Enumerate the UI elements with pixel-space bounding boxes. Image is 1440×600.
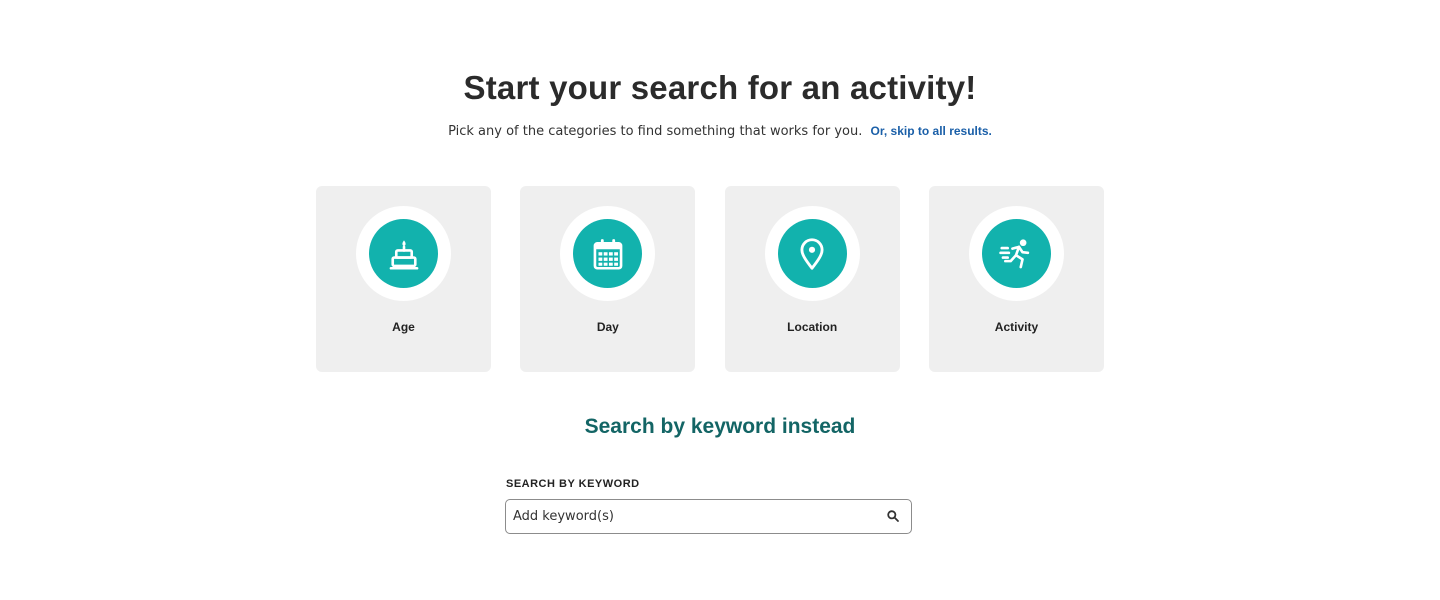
intro-line: Pick any of the categories to find somet… — [0, 122, 1440, 141]
keyword-search-box — [505, 499, 912, 534]
category-label: Activity — [994, 320, 1039, 334]
cake-icon — [389, 239, 418, 270]
icon-disc — [777, 219, 847, 288]
category-label: Day — [596, 320, 619, 334]
search-icon[interactable] — [886, 509, 900, 523]
icon-ring — [356, 206, 451, 301]
skip-to-all-results-link[interactable]: Or, skip to all results. — [871, 124, 992, 138]
icon-disc — [369, 219, 438, 288]
icon-ring — [764, 206, 860, 301]
category-label: Age — [392, 320, 415, 334]
category-card-location[interactable]: Location — [724, 186, 900, 372]
map-pin-icon — [800, 237, 824, 270]
category-card-activity[interactable]: Activity — [928, 186, 1104, 372]
intro-text: Pick any of the categories to find somet… — [448, 124, 863, 139]
page-title: Start your search for an activity! — [463, 69, 977, 106]
category-cards: Age Day Location Activity — [316, 186, 1104, 372]
icon-disc — [981, 219, 1051, 288]
icon-ring — [968, 206, 1064, 301]
keyword-field-label: SEARCH BY KEYWORD — [506, 478, 640, 490]
running-person-icon — [999, 238, 1030, 268]
category-label: Location — [787, 320, 838, 334]
category-card-day[interactable]: Day — [520, 186, 696, 372]
category-card-age[interactable]: Age — [316, 186, 491, 372]
keyword-search-heading: Search by keyword instead — [584, 415, 856, 438]
keyword-search-input[interactable] — [506, 500, 876, 533]
icon-ring — [560, 206, 656, 301]
icon-disc — [573, 219, 643, 288]
calendar-icon — [593, 238, 623, 270]
